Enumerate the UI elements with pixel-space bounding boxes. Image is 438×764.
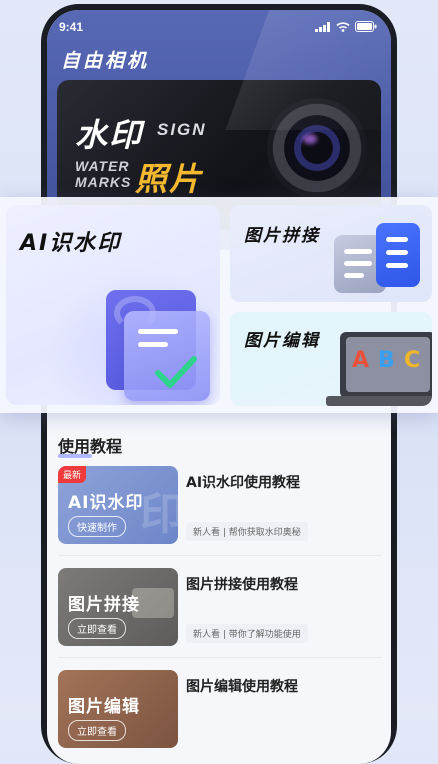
status-bar: 9:41 bbox=[59, 20, 377, 34]
feature-card-stitch[interactable]: 图片拼接 bbox=[230, 205, 432, 302]
wifi-icon bbox=[336, 21, 350, 32]
camera-lens-icon bbox=[267, 98, 367, 198]
stack-blue-icon bbox=[376, 223, 420, 287]
thumb-button[interactable]: 立即查看 bbox=[68, 618, 126, 639]
tutorial-heading: 使用教程 bbox=[58, 433, 122, 458]
feature-label-stitch: 图片拼接 bbox=[244, 226, 320, 246]
thumb-title: 图片编辑 bbox=[68, 697, 140, 717]
tutorial-thumbnail: 印 最新 AI识水印 快速制作 bbox=[58, 466, 178, 544]
signal-icon bbox=[315, 21, 330, 32]
tutorial-item[interactable]: 印 最新 AI识水印 快速制作 AI识水印使用教程 新人看 | 帮你获取水印奥秘 bbox=[58, 466, 382, 556]
thumb-title: 图片拼接 bbox=[68, 595, 140, 615]
divider bbox=[58, 657, 382, 658]
tutorial-title: AI识水印使用教程 bbox=[186, 475, 301, 491]
letter-a: A bbox=[352, 348, 370, 373]
feature-panel: AI识水印 图片拼接 图片编辑 A B C bbox=[0, 197, 438, 413]
tutorial-title: 图片编辑使用教程 bbox=[186, 679, 298, 695]
tutorial-subtitle: 新人看 | 帮你获取水印奥秘 bbox=[186, 522, 308, 541]
tutorial-thumbnail: 图片编辑 立即查看 bbox=[58, 670, 178, 748]
app-title: 自由相机 bbox=[61, 51, 150, 72]
tutorial-thumbnail: 图片拼接 立即查看 bbox=[58, 568, 178, 646]
thumb-title: AI识水印 bbox=[68, 493, 144, 513]
banner-sign-text: SIGN bbox=[157, 120, 207, 139]
thumb-button[interactable]: 快速制作 bbox=[68, 516, 126, 537]
thumb-watermark-glyph: 印 bbox=[140, 489, 178, 540]
battery-icon bbox=[355, 21, 377, 32]
tutorial-item[interactable]: 图片编辑 立即查看 图片编辑使用教程 bbox=[58, 670, 382, 754]
feature-card-edit[interactable]: 图片编辑 A B C bbox=[230, 312, 432, 406]
banner-title-photo: 照片 bbox=[135, 160, 204, 198]
banner-title-watermark: 水印 bbox=[75, 116, 144, 154]
thumb-button[interactable]: 立即查看 bbox=[68, 720, 126, 741]
document-check-icon bbox=[124, 311, 210, 401]
feature-label-ai-watermark: AI识水印 bbox=[20, 231, 122, 256]
status-time: 9:41 bbox=[59, 20, 84, 34]
letter-b: B bbox=[378, 348, 395, 373]
laptop-abc-icon: A B C bbox=[326, 332, 432, 406]
tutorial-subtitle: 新人看 | 带你了解功能使用 bbox=[186, 624, 308, 643]
feature-label-edit: 图片编辑 bbox=[244, 331, 320, 351]
divider bbox=[58, 555, 382, 556]
new-badge: 最新 bbox=[58, 466, 87, 483]
banner-watermarks-text: WATER MARKS bbox=[75, 158, 132, 190]
tutorial-item[interactable]: 图片拼接 立即查看 图片拼接使用教程 新人看 | 带你了解功能使用 bbox=[58, 568, 382, 658]
letter-c: C bbox=[404, 348, 421, 373]
status-icons bbox=[315, 21, 377, 32]
tutorial-title: 图片拼接使用教程 bbox=[186, 577, 298, 593]
feature-card-ai-watermark[interactable]: AI识水印 bbox=[6, 205, 220, 405]
